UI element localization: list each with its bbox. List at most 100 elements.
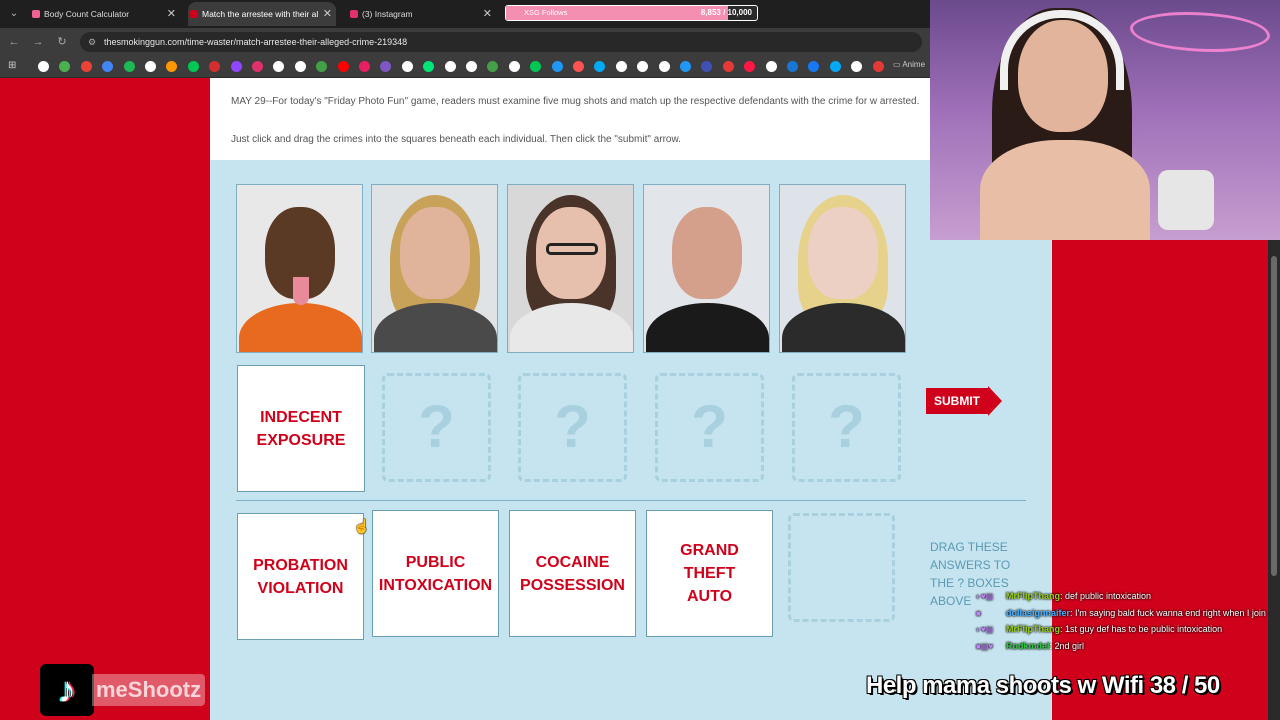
scrollbar-thumb[interactable] <box>1271 256 1277 576</box>
chat-message: ■▤♥ Rodkmdel: 2nd girl <box>976 638 1276 655</box>
bookmark-favicon-icon[interactable] <box>359 61 370 72</box>
bookmark-favicon-icon[interactable] <box>444 61 456 72</box>
answer-slot-4[interactable]: ? <box>655 373 764 482</box>
mugshot-shirt <box>646 303 769 352</box>
answer-card-public-intoxication[interactable]: PUBLIC INTOXICATION <box>372 510 499 637</box>
neon-sign <box>1130 12 1270 52</box>
forward-arrow-icon[interactable]: → <box>30 34 46 50</box>
answer-slot-2[interactable]: ? <box>382 373 491 482</box>
tab-match-arrestee[interactable]: Match the arrestee with their al ✕ <box>188 2 336 26</box>
bookmark-favicon-icon[interactable] <box>59 61 71 72</box>
chat-text: : 1st guy def has to be public intoxicat… <box>1060 624 1223 634</box>
bookmark-favicon-icon[interactable] <box>808 61 820 72</box>
bookmark-favicon-icon[interactable] <box>637 61 649 72</box>
answer-slot-5[interactable]: ? <box>792 373 901 482</box>
close-tab-icon[interactable]: ✕ <box>483 2 492 26</box>
bookmark-favicon-icon[interactable] <box>701 61 713 72</box>
bookmark-favicon-icon[interactable] <box>487 61 499 72</box>
tab-body-count-calculator[interactable]: Body Count Calculator ✕ <box>30 2 180 26</box>
webcam-feed <box>930 0 1280 240</box>
question-mark-icon: ? <box>828 393 865 460</box>
bookmark-favicon-icon[interactable] <box>273 61 285 72</box>
match-game-board: INDECENT EXPOSURE ? ? ? ? SUBMIT PROBATI… <box>210 160 1052 720</box>
follower-goal-count: 8,853 / 10,000 <box>700 8 752 17</box>
bookmark-favicon-icon[interactable] <box>744 61 756 72</box>
bookmark-favicon-icon[interactable] <box>252 61 263 72</box>
bookmark-favicon-icon[interactable] <box>145 61 156 72</box>
bookmark-favicon-icon[interactable] <box>829 61 841 72</box>
close-tab-icon[interactable]: ✕ <box>323 2 332 26</box>
question-mark-icon: ? <box>554 393 591 460</box>
bookmark-favicon-icon[interactable] <box>337 61 349 72</box>
bookmark-favicon-icon[interactable] <box>187 61 199 72</box>
bookmark-favicon-icon[interactable] <box>594 61 606 72</box>
bookmark-folder-anime[interactable]: ▭ Anime <box>893 60 925 69</box>
mugshot-shirt <box>510 303 633 352</box>
favicon-icon <box>190 10 198 18</box>
bookmark-favicon-icon[interactable] <box>230 61 242 72</box>
bookmark-favicon-icon[interactable] <box>508 61 520 72</box>
stream-chat: ◐♥▤ MrFlipThang: def public intoxication … <box>976 588 1276 654</box>
bookmark-favicon-icon[interactable] <box>573 61 584 72</box>
bookmark-favicon-icon[interactable] <box>787 61 798 72</box>
url-field[interactable]: ⚙ thesmokinggun.com/time-waster/match-ar… <box>80 32 922 52</box>
answer-slot-3[interactable]: ? <box>518 373 627 482</box>
favicon-icon <box>32 10 40 18</box>
bookmark-favicon-icon[interactable] <box>102 61 114 72</box>
bookmark-favicon-icon[interactable] <box>209 61 221 72</box>
chat-badges: ■▤♥ <box>976 641 994 651</box>
bookmark-favicon-icon[interactable] <box>401 61 413 72</box>
bookmark-favicon-icon[interactable] <box>872 61 884 72</box>
submit-button[interactable]: SUBMIT <box>926 388 988 414</box>
chat-text: : I'm saying bald fuck wanna end right w… <box>1070 607 1266 618</box>
page-content: MAY 29--For today's "Friday Photo Fun" g… <box>210 78 1052 720</box>
bookmark-favicon-icon[interactable] <box>658 61 670 72</box>
bookmark-favicon-icon[interactable] <box>851 61 863 72</box>
bookmark-favicon-icon[interactable] <box>530 61 542 72</box>
bookmark-favicon-icon[interactable] <box>551 61 563 72</box>
bookmark-favicon-icon[interactable] <box>722 61 734 72</box>
favicon-icon <box>350 10 358 18</box>
apps-grid-icon[interactable]: ⊞ <box>8 60 16 71</box>
answer-card-cocaine-possession[interactable]: COCAINE POSSESSION <box>509 510 636 637</box>
question-mark-icon: ? <box>691 393 728 460</box>
bookmark-favicon-icon[interactable] <box>765 61 777 72</box>
back-arrow-icon[interactable]: ← <box>6 34 22 50</box>
question-mark-icon: ? <box>418 393 455 460</box>
tab-title: Body Count Calculator <box>44 9 130 19</box>
bookmarks-bar: ⊞ ▭ Anime <box>0 56 930 78</box>
bookmark-favicon-icon[interactable] <box>166 61 178 72</box>
bookmark-favicon-icon[interactable] <box>680 61 691 72</box>
microphone-icon <box>1158 170 1214 230</box>
bookmark-favicon-icon[interactable] <box>123 61 135 72</box>
tab-instagram[interactable]: (3) Instagram ✕ <box>348 2 496 26</box>
chat-username: dollasignnaifer <box>1006 607 1071 618</box>
answers-divider <box>236 500 1026 501</box>
mugshot-face <box>672 207 742 299</box>
mugshot-photo-3 <box>507 184 634 353</box>
bookmark-favicon-icon[interactable] <box>316 61 328 72</box>
site-info-icon[interactable]: ⚙ <box>88 32 96 52</box>
chat-username: MrFlipThang <box>1006 591 1060 601</box>
bookmark-favicon-icon[interactable] <box>38 61 49 72</box>
bookmark-favicon-icon[interactable] <box>80 61 92 72</box>
chat-text: : def public intoxication <box>1060 591 1152 601</box>
answer-card-grand-theft-auto[interactable]: GRAND THEFT AUTO <box>646 510 773 637</box>
placed-answer-card[interactable]: INDECENT EXPOSURE <box>238 366 364 491</box>
answer-card-probation-violation[interactable]: PROBATION VIOLATION <box>237 513 364 640</box>
reload-icon[interactable]: ↻ <box>54 34 70 50</box>
tab-search-icon[interactable]: ⌄ <box>6 6 22 22</box>
stream-goal-text: Help mama shoots w Wifi 38 / 50 <box>866 672 1220 699</box>
chat-message: ◐♥▤ MrFlipThang: def public intoxication <box>976 588 1276 605</box>
bookmark-favicon-icon[interactable] <box>466 61 477 72</box>
empty-answer-origin-slot <box>788 513 895 622</box>
bookmark-favicon-icon[interactable] <box>294 61 306 72</box>
answer-slot-1-filled[interactable]: INDECENT EXPOSURE <box>237 365 365 492</box>
submit-arrow-icon[interactable] <box>988 386 1002 416</box>
close-tab-icon[interactable]: ✕ <box>167 2 176 26</box>
bookmark-favicon-icon[interactable] <box>615 61 627 72</box>
mugshot-photo-4 <box>643 184 770 353</box>
follower-goal-bar: XSG Follows 8,853 / 10,000 <box>505 5 758 21</box>
bookmark-favicon-icon[interactable] <box>380 61 392 72</box>
bookmark-favicon-icon[interactable] <box>423 61 435 72</box>
